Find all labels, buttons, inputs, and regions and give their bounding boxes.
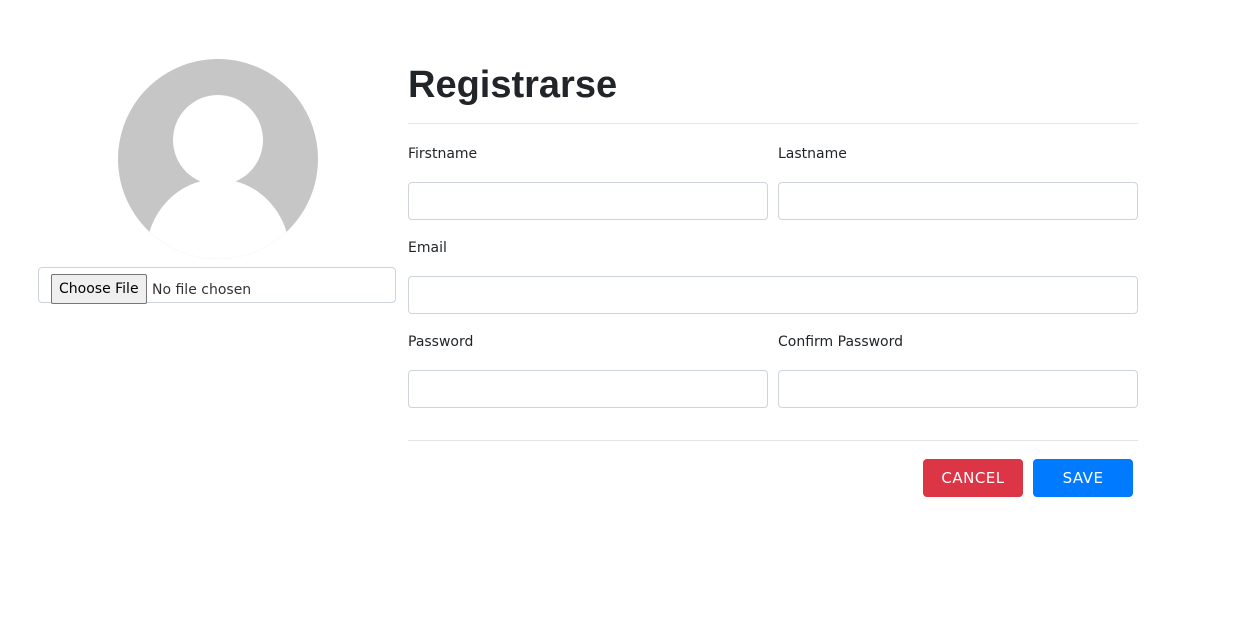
password-label: Password <box>408 334 474 350</box>
registration-page: Choose File No file chosen Registrarse F… <box>0 0 1242 622</box>
save-button[interactable]: SAVE <box>1033 459 1133 497</box>
confirm-password-label: Confirm Password <box>778 334 904 350</box>
page-title: Registrarse <box>408 64 618 106</box>
confirm-password-input[interactable] <box>778 370 1138 408</box>
user-silhouette-icon <box>146 95 290 259</box>
lastname-label: Lastname <box>778 146 847 162</box>
file-upload-field[interactable]: Choose File No file chosen <box>38 267 396 304</box>
password-input[interactable] <box>408 370 768 408</box>
avatar <box>118 59 318 259</box>
file-status-text: No file chosen <box>152 282 252 298</box>
email-label: Email <box>408 240 447 256</box>
email-input[interactable] <box>408 276 1138 314</box>
lastname-input[interactable] <box>778 182 1138 220</box>
firstname-input[interactable] <box>408 182 768 220</box>
choose-file-button[interactable]: Choose File <box>51 274 147 304</box>
cancel-button[interactable]: CANCEL <box>923 459 1023 497</box>
title-divider <box>408 123 1138 124</box>
footer-divider <box>408 440 1138 441</box>
firstname-label: Firstname <box>408 146 478 162</box>
